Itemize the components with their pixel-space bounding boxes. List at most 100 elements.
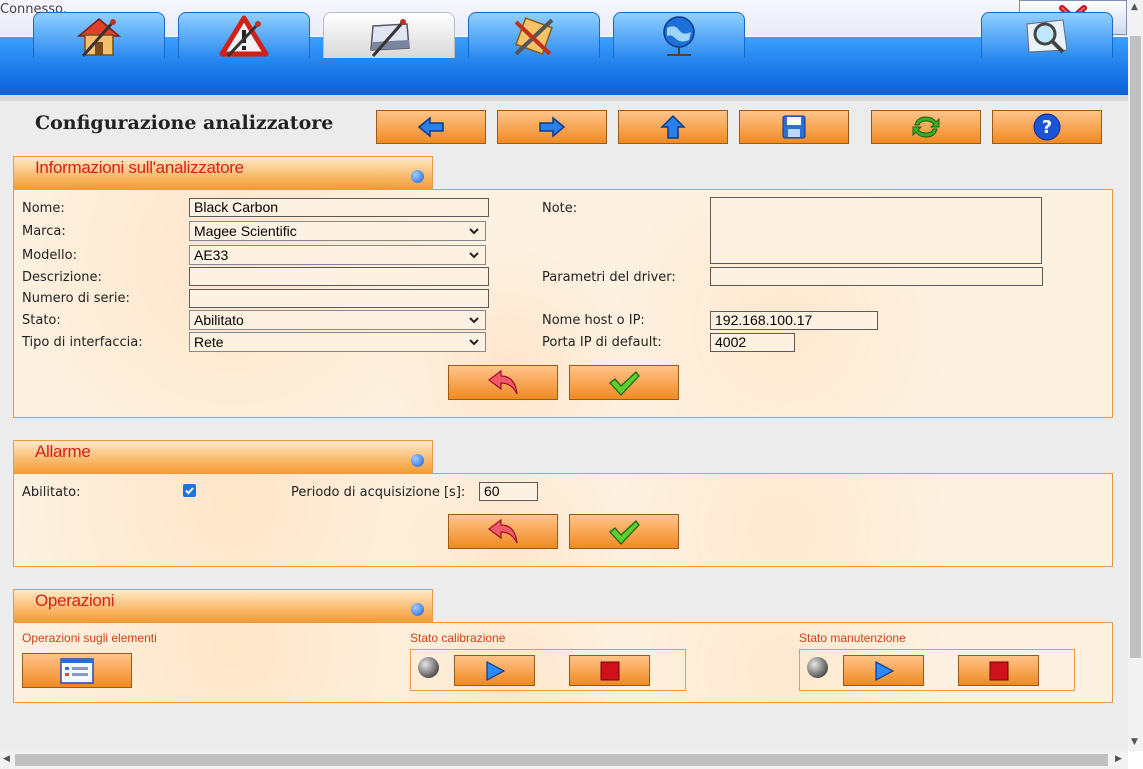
home-icon [76, 17, 122, 57]
svg-text:?: ? [1042, 117, 1052, 138]
chevron-down-icon [469, 228, 479, 235]
chevron-down-icon [469, 339, 479, 346]
maintenance-stop-button[interactable] [958, 655, 1039, 686]
ops-panel-title: Operazioni [35, 591, 115, 610]
arrow-left-icon [417, 116, 444, 138]
tab-configuration[interactable] [323, 12, 455, 58]
scroll-up-arrow-icon[interactable]: ▲ [1131, 2, 1138, 12]
tab-tools[interactable] [468, 12, 600, 58]
host-label: Nome host o IP: [542, 313, 645, 328]
abilitato-label: Abilitato: [22, 485, 81, 500]
marca-label: Marca: [22, 224, 66, 239]
tab-search[interactable] [981, 12, 1113, 58]
calibrazione-label: Stato calibrazione [410, 631, 506, 645]
descrizione-label: Descrizione: [22, 270, 102, 285]
calibration-start-button[interactable] [454, 655, 535, 686]
tab-alarms[interactable] [178, 12, 310, 58]
nome-input[interactable]: Black Carbon [189, 198, 489, 217]
calibration-stop-button[interactable] [569, 655, 650, 686]
maintenance-status-led-icon [807, 657, 828, 678]
back-button[interactable] [376, 110, 486, 144]
horizontal-scroll-thumb[interactable] [15, 754, 1108, 766]
periodo-label: Periodo di acquisizione [s]: [291, 485, 466, 500]
driver-label: Parametri del driver: [542, 270, 676, 285]
porta-input[interactable]: 4002 [710, 333, 795, 352]
interfaccia-select-value: Rete [194, 334, 224, 350]
warning-icon [219, 15, 269, 57]
scroll-down-arrow-icon[interactable]: ▼ [1131, 737, 1138, 747]
stop-icon [989, 661, 1008, 680]
periodo-input[interactable]: 60 [479, 482, 538, 501]
tools-icon [514, 16, 554, 55]
alarm-panel-header[interactable]: Allarme [13, 440, 433, 474]
descrizione-input[interactable] [189, 267, 489, 286]
forward-button[interactable] [497, 110, 607, 144]
arrow-right-icon [539, 116, 566, 138]
info-confirm-button[interactable] [569, 365, 679, 400]
collapse-dot-icon[interactable] [411, 170, 424, 183]
serie-input[interactable] [189, 289, 489, 308]
marca-select-value: Magee Scientific [194, 223, 297, 239]
interfaccia-select[interactable]: Rete [189, 332, 486, 352]
checkmark-icon [609, 370, 640, 396]
serie-label: Numero di serie: [22, 291, 130, 306]
manutenzione-label: Stato manutenzione [799, 631, 906, 645]
checkmark-icon [609, 519, 640, 545]
up-button[interactable] [618, 110, 728, 144]
driver-input[interactable] [710, 267, 1043, 286]
arrow-up-icon [660, 114, 686, 139]
info-panel-title: Informazioni sull'analizzatore [35, 158, 244, 177]
maintenance-start-button[interactable] [843, 655, 924, 686]
help-icon: ? [1033, 113, 1061, 141]
refresh-icon [912, 116, 940, 138]
elements-operations-button[interactable] [22, 653, 132, 688]
network-icon [663, 15, 695, 56]
alarm-panel-title: Allarme [35, 442, 91, 461]
alarm-confirm-button[interactable] [569, 514, 679, 549]
alarm-undo-button[interactable] [448, 514, 558, 549]
scroll-left-arrow-icon[interactable]: ◀ [3, 754, 10, 764]
porta-label: Porta IP di default: [542, 335, 662, 350]
stato-select[interactable]: Abilitato [189, 310, 486, 330]
elementi-label: Operazioni sugli elementi [22, 631, 157, 645]
check-icon [185, 487, 194, 495]
info-undo-button[interactable] [448, 365, 558, 400]
alarm-panel-body [13, 473, 1113, 567]
refresh-button[interactable] [871, 110, 981, 144]
config-icon [370, 18, 410, 57]
tab-network[interactable] [613, 12, 745, 58]
modello-select-value: AE33 [194, 247, 229, 263]
stop-icon [600, 661, 619, 680]
interfaccia-label: Tipo di interfaccia: [22, 335, 143, 350]
tab-home[interactable] [33, 12, 165, 58]
play-icon [874, 660, 894, 681]
marca-select[interactable]: Magee Scientific [189, 221, 486, 241]
page-title: Configurazione analizzatore [35, 112, 334, 134]
host-input[interactable]: 192.168.100.17 [710, 311, 878, 330]
collapse-dot-icon[interactable] [411, 603, 424, 616]
vertical-scroll-thumb[interactable] [1130, 36, 1141, 658]
stato-label: Stato: [22, 313, 61, 328]
chevron-down-icon [469, 317, 479, 324]
floppy-icon [782, 115, 806, 139]
ops-panel-header[interactable]: Operazioni [13, 589, 433, 623]
note-label: Note: [542, 201, 578, 216]
modello-select[interactable]: AE33 [189, 245, 486, 265]
nome-label: Nome: [22, 201, 65, 216]
undo-icon [488, 518, 518, 543]
list-icon [60, 657, 94, 684]
calibration-status-led-icon [418, 657, 439, 678]
collapse-dot-icon[interactable] [411, 454, 424, 467]
modello-label: Modello: [22, 248, 77, 263]
save-button[interactable] [739, 110, 849, 144]
undo-icon [488, 369, 518, 394]
help-button[interactable]: ? [992, 110, 1102, 144]
stato-select-value: Abilitato [194, 312, 244, 328]
abilitato-checkbox[interactable] [183, 484, 196, 497]
search-icon [1026, 18, 1068, 53]
chevron-down-icon [469, 252, 479, 259]
scroll-right-arrow-icon[interactable]: ▶ [1115, 754, 1122, 764]
info-panel-header[interactable]: Informazioni sull'analizzatore [13, 156, 433, 190]
note-textarea[interactable] [710, 197, 1042, 264]
play-icon [485, 660, 505, 681]
